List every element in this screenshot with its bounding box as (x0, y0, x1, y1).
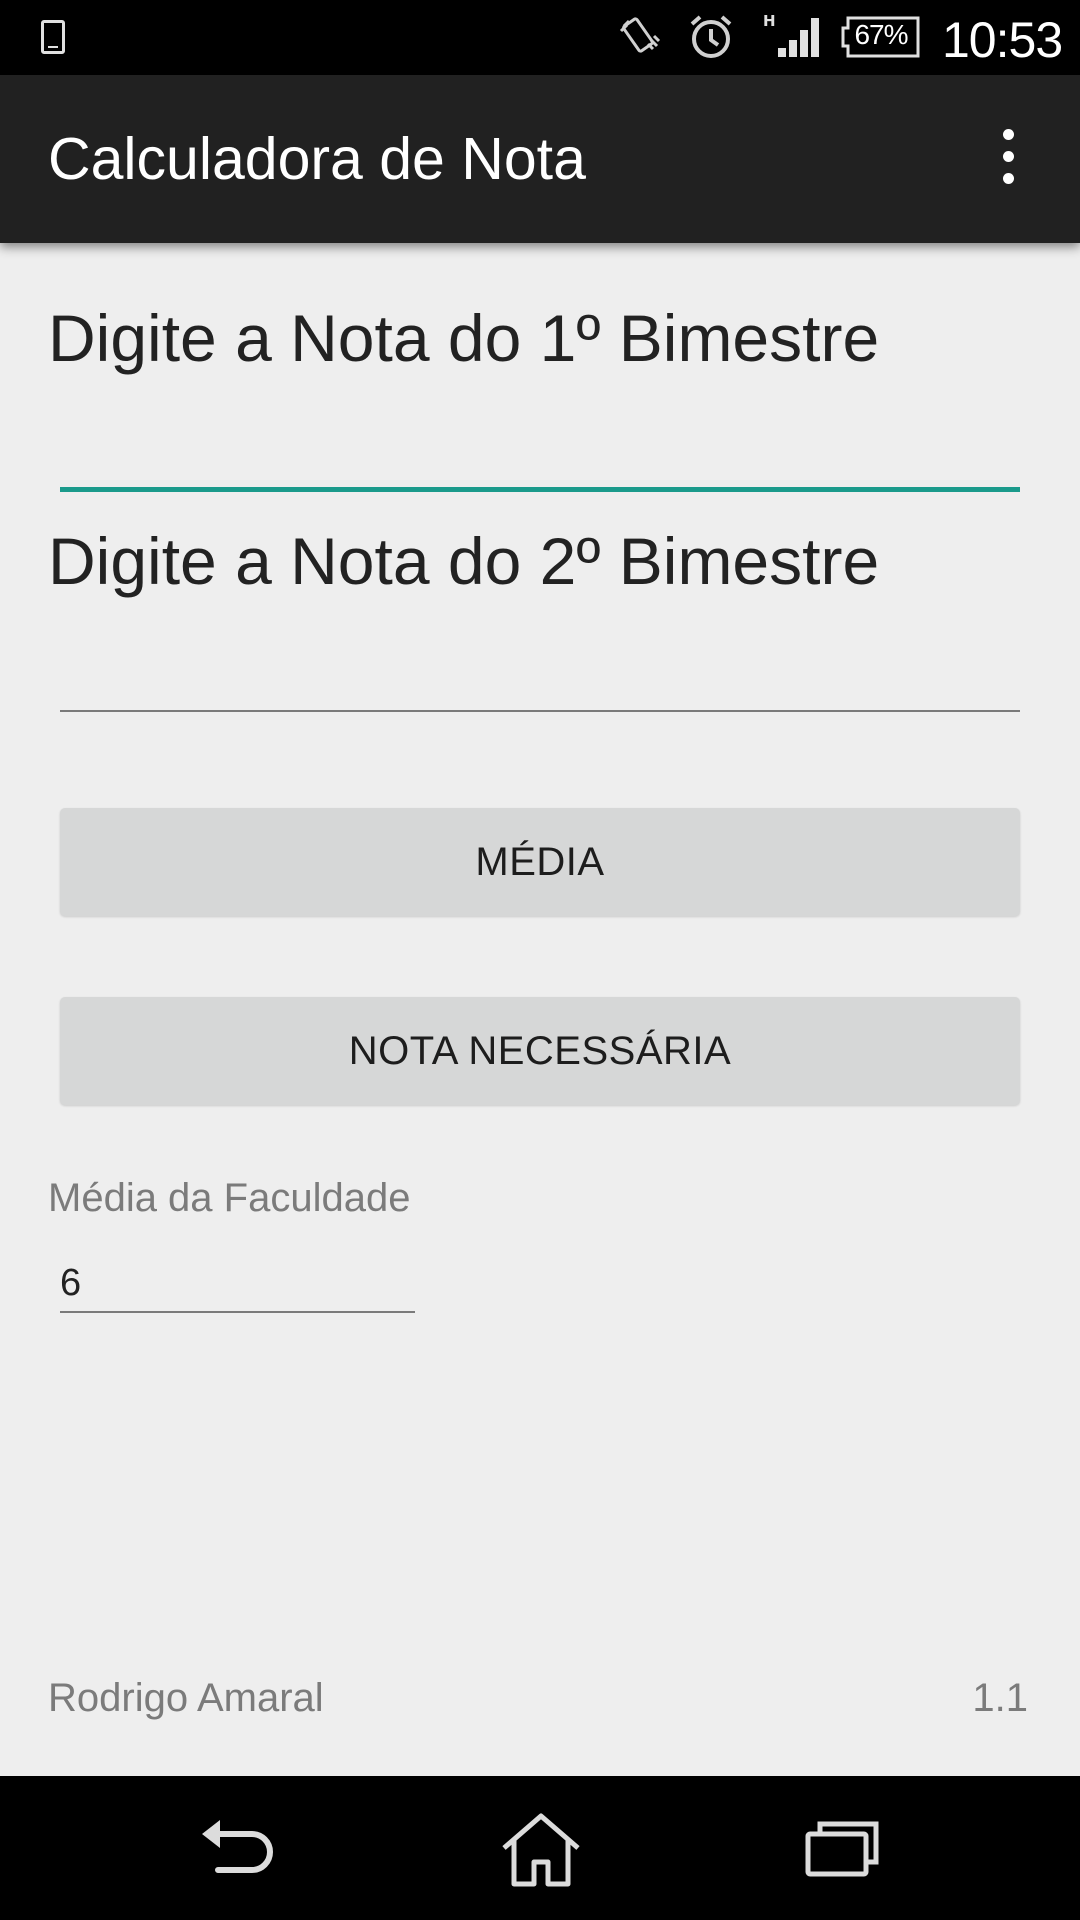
grade2-underline (60, 710, 1020, 712)
average-button[interactable]: MÉDIA (60, 808, 1020, 916)
status-bar: H 67% 10:53 (0, 0, 1080, 75)
sim-card-icon (41, 20, 65, 54)
faculty-average-label: Média da Faculdade (48, 1176, 411, 1220)
version-label: 1.1 (972, 1676, 1028, 1720)
back-icon[interactable] (196, 1812, 286, 1888)
app-title: Calculadora de Nota (48, 126, 586, 192)
vibrate-icon (619, 17, 661, 53)
grade1-input[interactable] (60, 400, 1020, 490)
needed-grade-button[interactable]: NOTA NECESSÁRIA (60, 997, 1020, 1105)
battery-percent: 67% (854, 19, 908, 50)
recent-apps-icon[interactable] (796, 1812, 886, 1888)
author-label: Rodrigo Amaral (48, 1676, 324, 1720)
network-type-label: H (763, 12, 776, 30)
grade1-underline (60, 487, 1020, 492)
grade2-input[interactable] (60, 620, 1020, 710)
signal-icon: H (763, 12, 819, 57)
app-bar: Calculadora de Nota (0, 75, 1080, 243)
faculty-average-underline (60, 1311, 415, 1313)
grade2-label: Digite a Nota do 2º Bimestre (48, 524, 880, 598)
home-icon[interactable] (496, 1812, 586, 1888)
navigation-bar (0, 1776, 1080, 1920)
status-clock: 10:53 (942, 12, 1063, 68)
faculty-average-input[interactable]: 6 (60, 1262, 81, 1305)
more-vert-icon[interactable] (994, 129, 1022, 189)
alarm-icon (690, 15, 732, 58)
grade1-label: Digite a Nota do 1º Bimestre (48, 301, 880, 375)
